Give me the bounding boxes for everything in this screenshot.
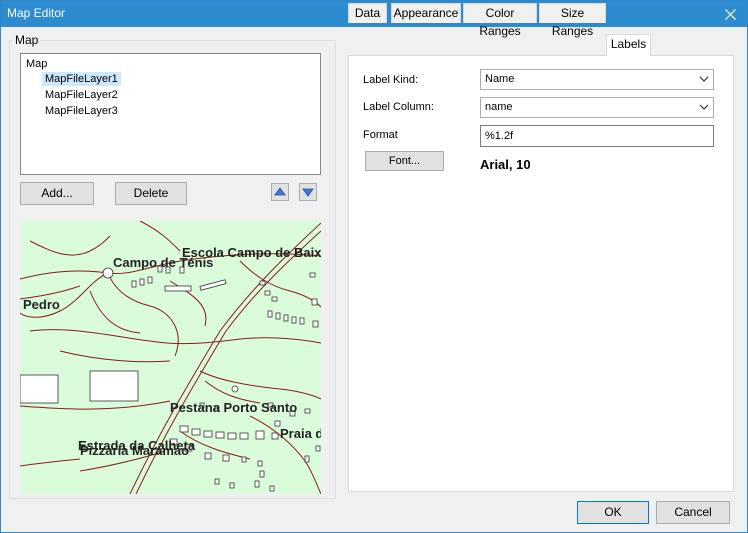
label-column-select[interactable]: name — [480, 97, 714, 118]
chevron-down-icon — [699, 104, 709, 110]
chevron-down-icon — [699, 76, 709, 82]
map-preview[interactable]: Escola Campo de Baixo Campo de Ténis Ped… — [20, 221, 321, 494]
layer-tree[interactable]: Map MapFileLayer1 MapFileLayer2 MapFileL… — [20, 53, 321, 175]
tab-data[interactable]: Data — [348, 3, 387, 23]
map-group-label: Map — [13, 33, 41, 47]
font-value: Arial, 10 — [480, 157, 531, 172]
label-column-label: Label Column: — [363, 101, 434, 113]
map-label-pestana: Pestana Porto Santo — [170, 400, 297, 415]
map-label-pizzaria: Pizzaria Maramao — [80, 443, 189, 458]
map-editor-window: Map Editor Map Map MapFileLayer1 MapFile… — [0, 0, 748, 533]
map-label-pedro: Pedro — [23, 297, 60, 312]
close-button[interactable] — [713, 1, 747, 27]
close-icon — [724, 8, 736, 20]
map-canvas: Escola Campo de Baixo Campo de Ténis Ped… — [20, 221, 321, 494]
move-up-button[interactable] — [271, 183, 289, 201]
tab-appearance[interactable]: Appearance — [391, 3, 461, 23]
label-kind-value: Name — [485, 73, 515, 85]
map-label-campo-tenis: Campo de Ténis — [113, 255, 213, 270]
label-column-value: name — [485, 101, 513, 113]
tree-item-mapfilelayer3[interactable]: MapFileLayer3 — [45, 104, 118, 118]
window-title: Map Editor — [7, 6, 66, 20]
add-button[interactable]: Add... — [20, 182, 94, 205]
delete-button[interactable]: Delete — [115, 182, 187, 205]
label-kind-select[interactable]: Name — [480, 69, 714, 90]
arrow-down-icon — [302, 188, 314, 197]
tree-root-map[interactable]: Map — [26, 57, 47, 71]
tab-color-ranges[interactable]: Color Ranges — [463, 3, 537, 38]
labels-tab-panel — [348, 55, 734, 492]
label-kind-label: Label Kind: — [363, 74, 419, 86]
cancel-button[interactable]: Cancel — [656, 501, 730, 524]
format-label: Format — [363, 129, 398, 141]
tab-size-ranges[interactable]: Size Ranges — [539, 3, 606, 38]
tree-item-mapfilelayer1[interactable]: MapFileLayer1 — [42, 72, 121, 86]
font-button[interactable]: Font... — [365, 151, 444, 171]
arrow-up-icon — [274, 187, 286, 196]
move-down-button[interactable] — [299, 183, 317, 201]
format-input[interactable]: %1.2f — [480, 125, 714, 147]
map-label-praia: Praia d — [280, 426, 321, 441]
tree-item-mapfilelayer2[interactable]: MapFileLayer2 — [45, 88, 118, 102]
format-value: %1.2f — [485, 130, 514, 142]
ok-button[interactable]: OK — [577, 501, 649, 524]
tab-labels[interactable]: Labels — [606, 34, 651, 56]
